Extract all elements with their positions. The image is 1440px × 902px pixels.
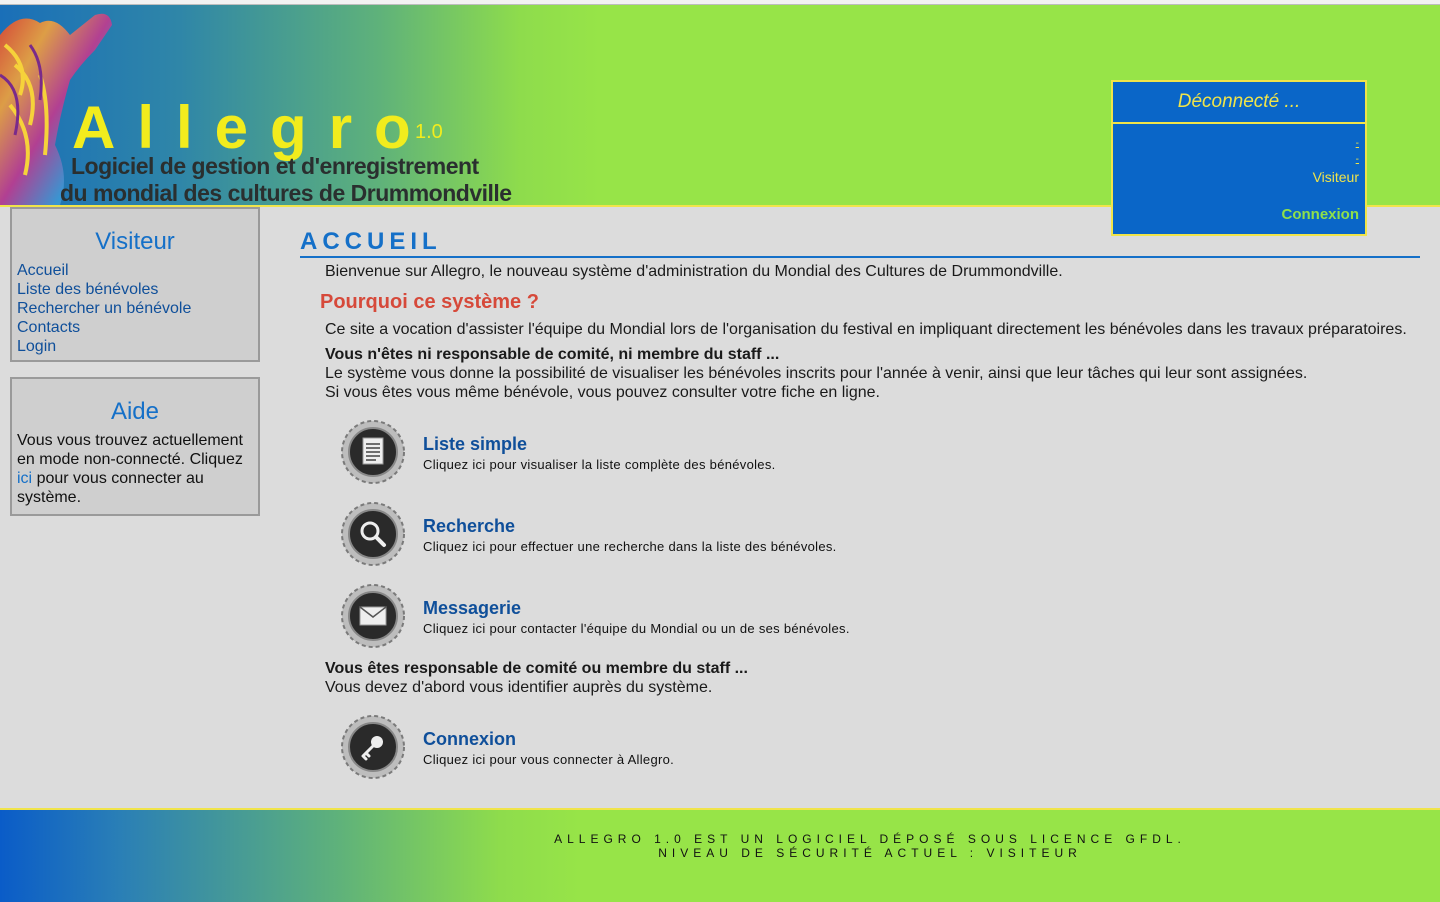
envelope-icon[interactable] (340, 583, 406, 649)
menu-item-accueil[interactable]: Accueil (17, 261, 258, 280)
main-content: ACCUEIL Bienvenue sur Allegro, le nouvea… (300, 226, 1420, 796)
footer-security-level: NIVEAU DE SÉCURITÉ ACTUEL : VISITEUR (658, 846, 1082, 860)
visitor-line-1: Le système vous donne la possibilité de … (325, 365, 1308, 382)
help-title: Aide (110, 398, 160, 425)
current-role-label: Visiteur (1312, 169, 1359, 185)
visitor-menu-box: Visiteur Accueil Liste des bénévoles Rec… (10, 207, 260, 362)
feature-desc-liste-simple: Cliquez ici pour visualiser la liste com… (423, 457, 776, 472)
staff-text: Vous devez d'abord vous identifier auprè… (325, 679, 713, 696)
connection-status-title: Déconnecté ... (1113, 82, 1365, 124)
footer-license-text: ALLEGRO 1.0 EST UN LOGICIEL DÉPOSÉ SOUS … (554, 832, 1186, 846)
feature-title-messagerie[interactable]: Messagerie (423, 598, 521, 619)
menu-item-liste-benevoles[interactable]: Liste des bénévoles (17, 280, 258, 299)
connection-status-details: - - Visiteur Connexion (1113, 124, 1365, 223)
help-text-before: Vous vous trouvez actuellement en mode n… (17, 432, 243, 468)
visitor-line-2: Si vous êtes vous même bénévole, vous po… (325, 384, 880, 401)
feature-liste-simple[interactable]: Liste simple Cliquez ici pour visualiser… (340, 419, 1420, 501)
help-text: Vous vous trouvez actuellement en mode n… (12, 431, 258, 507)
document-list-icon[interactable] (340, 419, 406, 485)
subtitle-line-2: du mondial des cultures de Drummondville (60, 180, 512, 206)
status-dash-link-2[interactable]: - (1113, 152, 1359, 168)
app-version: 1.0 (415, 121, 443, 143)
why-text: Ce site a vocation d'assister l'équipe d… (325, 321, 1407, 338)
feature-desc-messagerie: Cliquez ici pour contacter l'équipe du M… (423, 621, 850, 636)
key-icon[interactable] (340, 714, 406, 780)
menu-item-rechercher-benevole[interactable]: Rechercher un bénévole (17, 299, 258, 318)
feature-title-connexion[interactable]: Connexion (423, 729, 516, 750)
why-heading: Pourquoi ce système ? (320, 291, 539, 313)
feature-desc-connexion: Cliquez ici pour vous connecter à Allegr… (423, 752, 675, 767)
feature-title-recherche[interactable]: Recherche (423, 516, 515, 537)
help-login-link[interactable]: ici (17, 470, 32, 487)
visitor-heading: Vous n'êtes ni responsable de comité, ni… (325, 346, 780, 363)
menu-item-contacts[interactable]: Contacts (17, 318, 258, 337)
app-subtitle: Logiciel de gestion et d'enregistrement … (60, 153, 540, 206)
help-text-after: pour vous connecter au système. (17, 470, 204, 506)
status-dash-link-1[interactable]: - (1113, 136, 1359, 152)
feature-connexion[interactable]: Connexion Cliquez ici pour vous connecte… (340, 714, 1420, 796)
menu-item-login[interactable]: Login (17, 337, 258, 356)
feature-recherche[interactable]: Recherche Cliquez ici pour effectuer une… (340, 501, 1420, 583)
magnifier-icon[interactable] (340, 501, 406, 567)
welcome-text: Bienvenue sur Allegro, le nouveau systèm… (325, 263, 1063, 280)
connection-status-box: Déconnecté ... - - Visiteur Connexion (1111, 80, 1367, 236)
help-box: Aide Vous vous trouvez actuellement en m… (10, 377, 260, 516)
visitor-menu: Accueil Liste des bénévoles Rechercher u… (12, 261, 258, 356)
feature-title-liste-simple[interactable]: Liste simple (423, 434, 527, 455)
login-link[interactable]: Connexion (1113, 206, 1360, 223)
feature-messagerie[interactable]: Messagerie Cliquez ici pour contacter l'… (340, 583, 1420, 665)
footer: ALLEGRO 1.0 EST UN LOGICIEL DÉPOSÉ SOUS … (0, 808, 1440, 902)
subtitle-line-1: Logiciel de gestion et d'enregistrement (71, 153, 479, 179)
visitor-menu-title: Visiteur (95, 228, 175, 255)
feature-desc-recherche: Cliquez ici pour effectuer une recherche… (423, 539, 837, 554)
